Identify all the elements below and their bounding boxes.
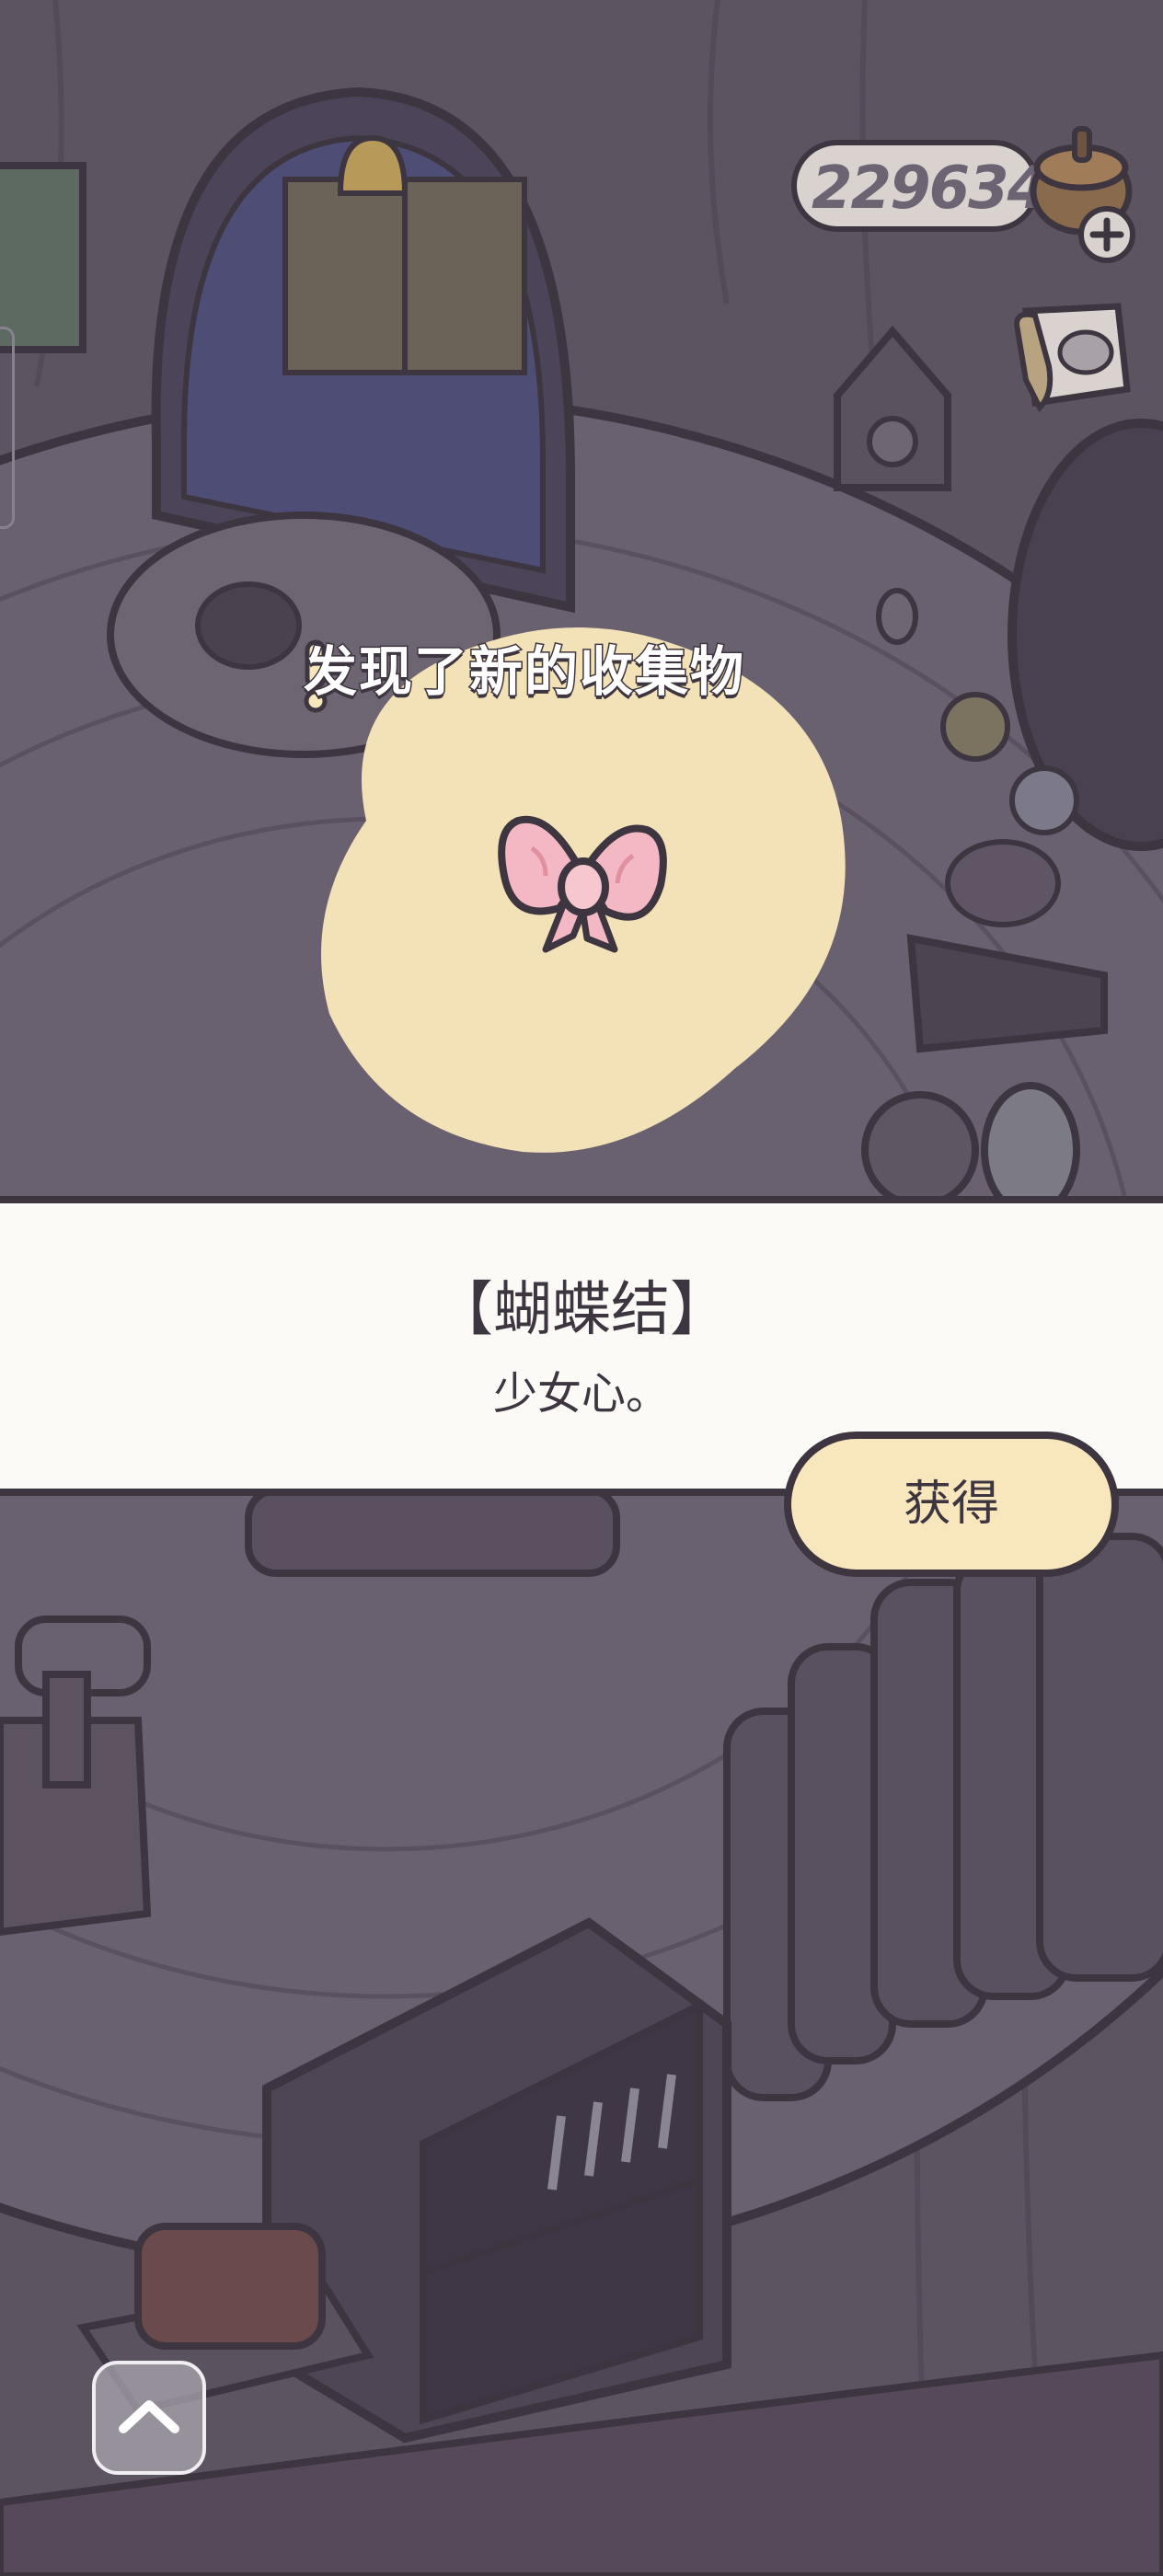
item-name: 【蝴蝶结】	[434, 1276, 729, 1344]
album-icon[interactable]	[998, 293, 1136, 421]
get-button[interactable]	[784, 1432, 1119, 1577]
chevron-up-icon	[119, 2400, 179, 2433]
pink-bow-icon	[498, 815, 667, 953]
currency-value: 229634	[812, 155, 1048, 223]
item-description: 少女心。	[492, 1368, 670, 1420]
scroll-up-button[interactable]	[92, 2361, 206, 2475]
plus-icon[interactable]	[1077, 204, 1137, 265]
side-drawer-handle[interactable]	[0, 327, 15, 529]
discovery-title: 发现了新的收集物	[303, 639, 746, 705]
